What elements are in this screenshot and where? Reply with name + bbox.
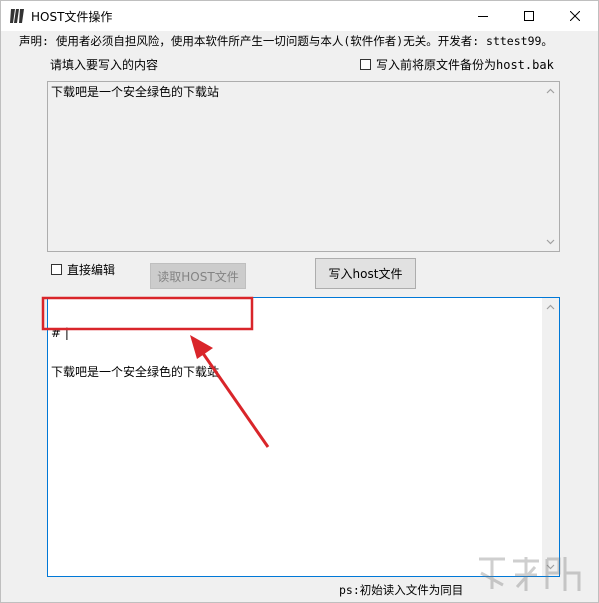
- input-scrollbar[interactable]: [542, 82, 559, 251]
- host-line-2: 下载吧是一个安全绿色的下载站: [51, 365, 220, 379]
- backup-checkbox-box[interactable]: [360, 59, 371, 70]
- close-icon: [570, 11, 580, 21]
- direct-edit-checkbox-box[interactable]: [51, 264, 62, 275]
- declaration-text: 声明: 使用者必须自担风险，使用本软件所产生一切问题与本人(软件作者)无关。开发…: [19, 34, 553, 48]
- direct-edit-checkbox[interactable]: 直接编辑: [51, 261, 115, 278]
- window-title: HOST文件操作: [31, 10, 113, 24]
- host-file-text: # | 下载吧是一个安全绿色的下载站: [51, 301, 219, 405]
- maximize-button[interactable]: [506, 1, 552, 31]
- status-text: ps:初始读入文件为同目: [339, 583, 464, 597]
- backup-checkbox[interactable]: 写入前将原文件备份为host.bak: [360, 56, 554, 73]
- input-textarea-text: 下载吧是一个安全绿色的下载站: [51, 85, 220, 99]
- watermark-logo: [479, 557, 581, 591]
- host-scrollbar[interactable]: [542, 298, 559, 576]
- direct-edit-label: 直接编辑: [67, 263, 116, 277]
- minimize-button[interactable]: [460, 1, 506, 31]
- scroll-up-icon[interactable]: [546, 303, 555, 312]
- input-content-label: 请填入要写入的内容: [50, 58, 159, 72]
- input-textarea[interactable]: 下载吧是一个安全绿色的下载站: [47, 81, 560, 252]
- host-file-textarea[interactable]: # | 下载吧是一个安全绿色的下载站: [47, 297, 560, 577]
- host-app-icon: [10, 9, 24, 23]
- backup-checkbox-label: 写入前将原文件备份为host.bak: [376, 58, 554, 72]
- host-line-1: # |: [51, 326, 69, 340]
- read-host-button[interactable]: 读取HOST文件: [150, 263, 246, 289]
- close-button[interactable]: [552, 1, 598, 31]
- maximize-icon: [524, 11, 534, 21]
- write-host-button[interactable]: 写入host文件: [315, 258, 416, 289]
- title-bar[interactable]: HOST文件操作: [1, 1, 598, 31]
- minimize-icon: [478, 16, 488, 17]
- app-window: HOST文件操作 声明: 使用者必须自担风险，使用本软件所产生一切问题与本人(软…: [0, 0, 599, 603]
- scroll-up-icon[interactable]: [546, 87, 555, 96]
- scroll-down-icon[interactable]: [546, 237, 555, 246]
